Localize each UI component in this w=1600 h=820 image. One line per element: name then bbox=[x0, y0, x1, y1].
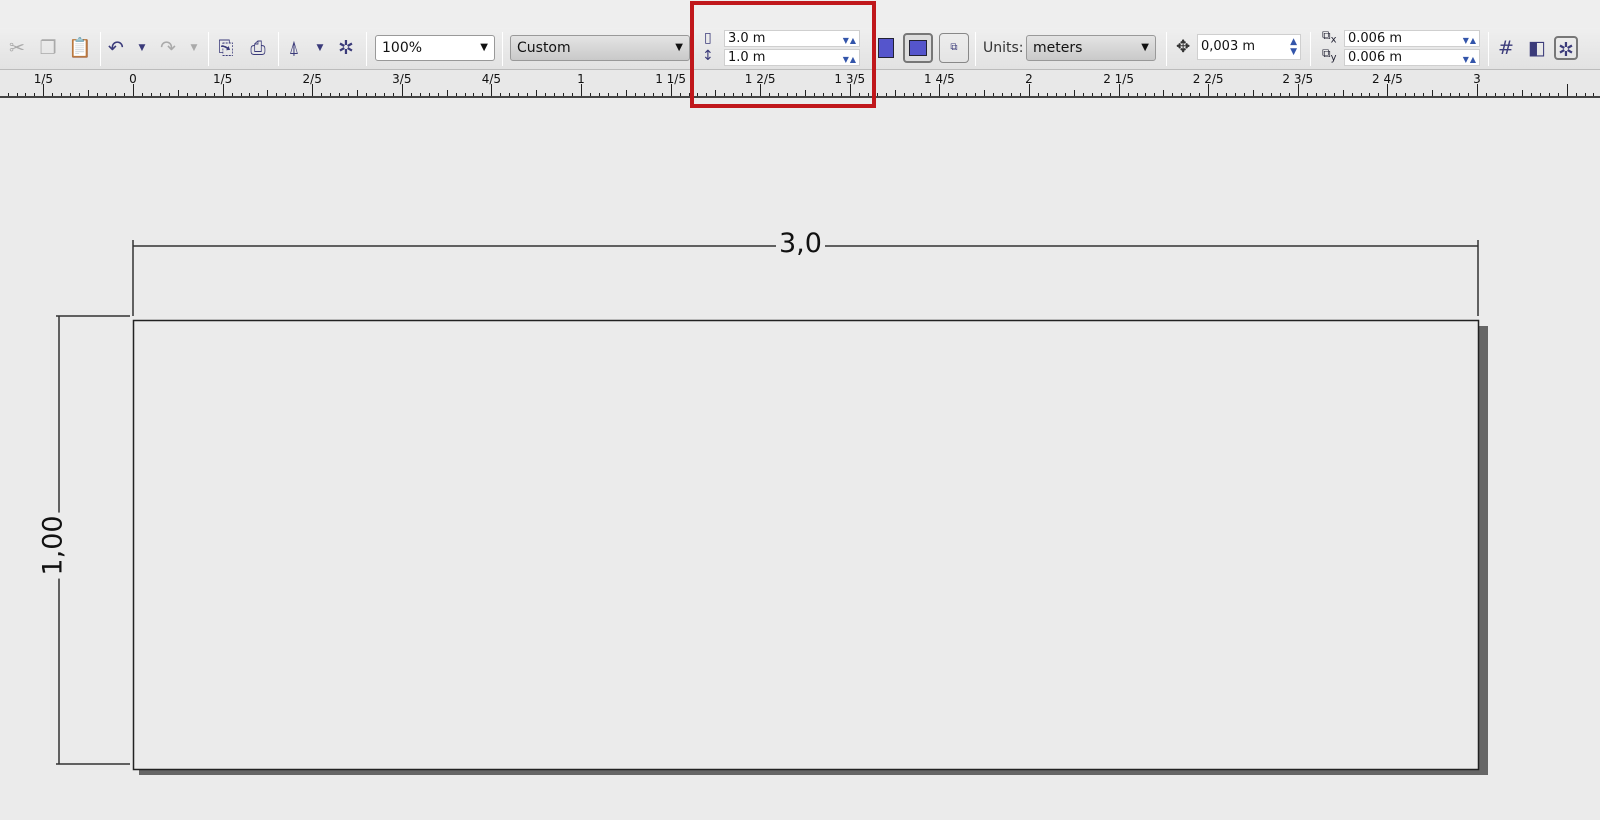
height-dimension-label: 1,00 bbox=[37, 512, 69, 579]
rectangle-shape[interactable] bbox=[132, 319, 1480, 771]
width-dimension-label: 3,0 bbox=[776, 228, 825, 259]
drawing-canvas bbox=[56, 240, 1488, 775]
